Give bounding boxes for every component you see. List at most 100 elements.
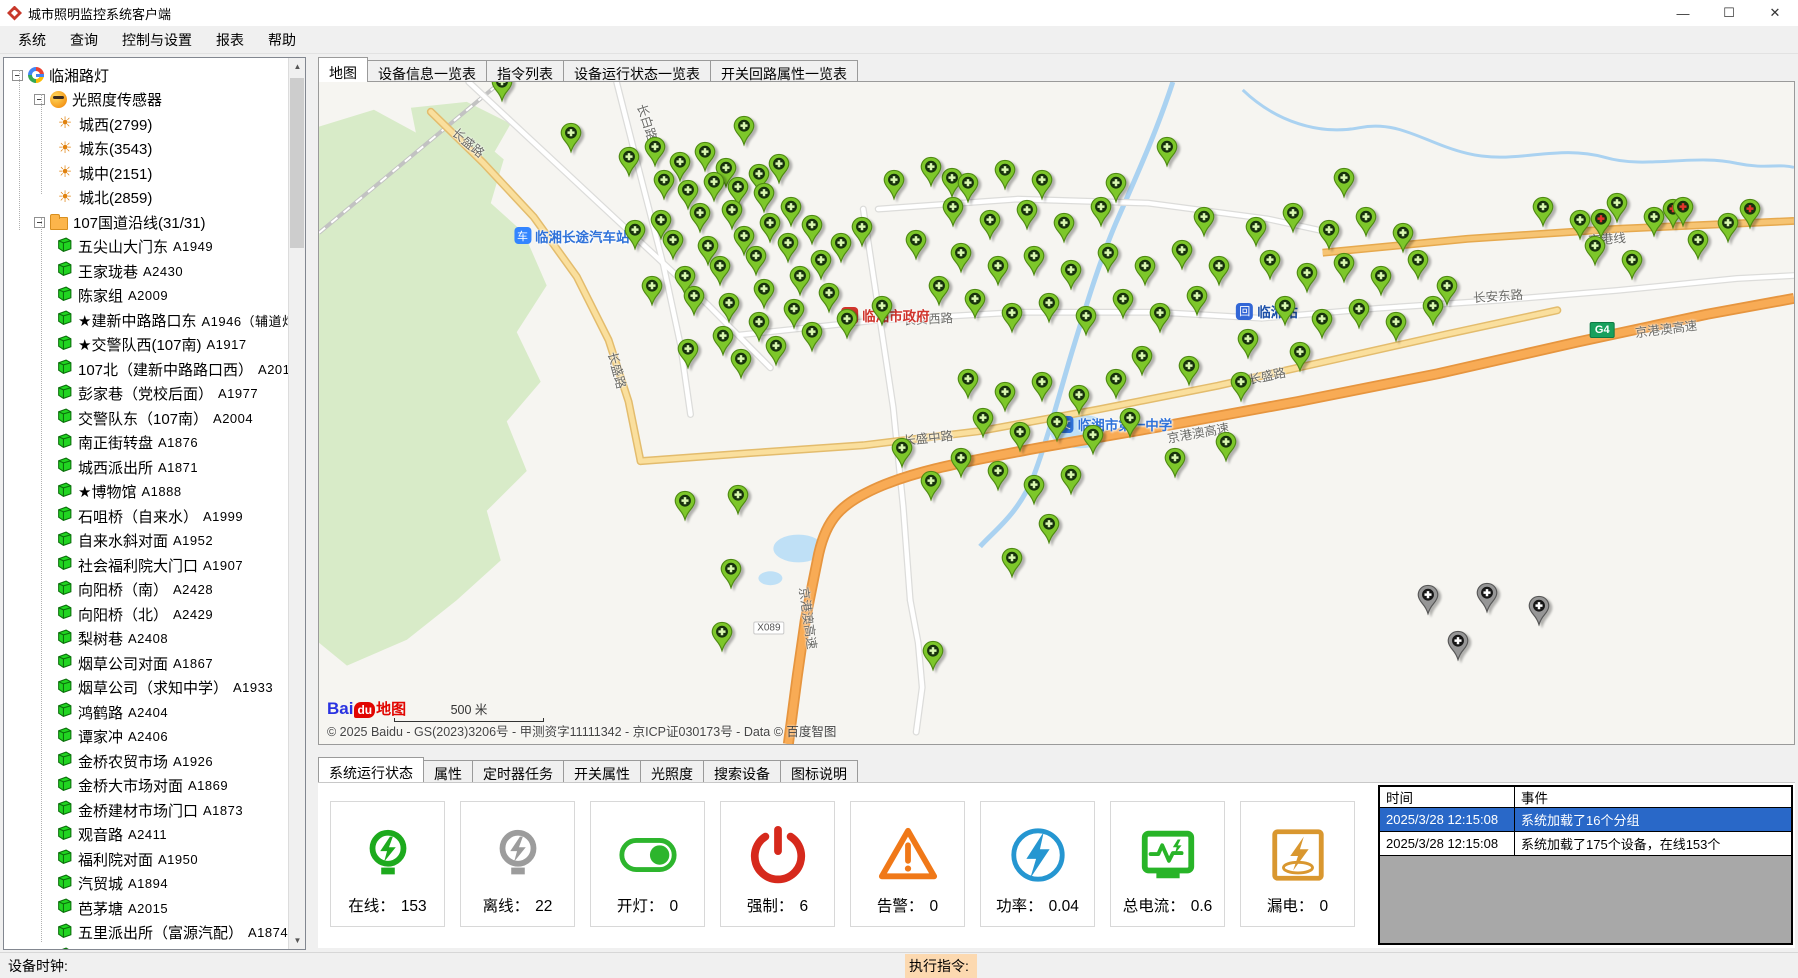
main-tab-1[interactable]: 设备信息一览表 [367,60,487,82]
device-marker-offline[interactable] [1446,630,1469,666]
device-marker-online[interactable] [986,256,1009,292]
device-marker-online[interactable] [765,335,788,371]
device-marker-online[interactable] [623,219,646,255]
bottom-tab-2[interactable]: 定时器任务 [472,760,564,782]
device-marker-online[interactable] [644,136,667,172]
device-marker-online[interactable] [1067,385,1090,421]
tree-item-1-1[interactable]: 王家珑巷A2430 [4,259,288,284]
device-marker-online[interactable] [1075,305,1098,341]
device-marker-online[interactable] [921,640,944,676]
tree-item-1-0[interactable]: 五尖山大门东A1949 [4,235,288,260]
device-marker-offline[interactable] [1417,585,1440,621]
map-canvas[interactable]: 长白路长盛路长盛路长安西路长安东路京港线京港澳高速京港澳高速京港澳高速长盛中路长… [318,81,1795,745]
device-marker-online[interactable] [993,381,1016,417]
device-marker-online[interactable] [830,232,853,268]
device-marker-online[interactable] [1318,219,1341,255]
tree-item-1-24[interactable]: 观音路A2411 [4,823,288,848]
device-marker-online[interactable] [1274,295,1297,331]
device-marker-online[interactable] [1406,249,1429,285]
device-marker-online[interactable] [1215,431,1238,467]
tree-item-1-14[interactable]: 向阳桥（南）A2428 [4,578,288,603]
device-marker-online[interactable] [688,203,711,239]
device-marker-online[interactable] [957,368,980,404]
device-marker-online[interactable] [726,484,749,520]
tree-item-0-3[interactable]: ☀城北(2859) [4,186,288,211]
device-marker-alarm[interactable] [1672,197,1695,233]
device-marker-online[interactable] [682,285,705,321]
bottom-tab-4[interactable]: 光照度 [640,760,704,782]
device-marker-online[interactable] [744,246,767,282]
device-marker-online[interactable] [1052,213,1075,249]
device-marker-online[interactable] [1347,299,1370,335]
device-marker-online[interactable] [890,438,913,474]
device-marker-online[interactable] [777,232,800,268]
device-marker-online[interactable] [1045,411,1068,447]
tree-item-1-29[interactable]: 中石化加油站对面A1897 [4,945,288,949]
menu-item-1[interactable]: 查询 [58,27,110,53]
device-marker-online[interactable] [1038,514,1061,550]
tree-item-1-22[interactable]: 金桥大市场对面A1869 [4,774,288,799]
device-marker-online[interactable] [490,81,513,107]
device-marker-online[interactable] [986,461,1009,497]
device-marker-online[interactable] [1060,259,1083,295]
main-tab-3[interactable]: 设备运行状态一览表 [563,60,711,82]
scroll-thumb[interactable] [290,78,304,248]
main-tab-4[interactable]: 开关回路属性一览表 [710,60,858,82]
tree-item-1-20[interactable]: 谭家冲A2406 [4,725,288,750]
scroll-down-icon[interactable]: ▼ [289,932,306,949]
tree-group-1[interactable]: 107国道沿线(31/31) [4,210,288,235]
tree-item-1-18[interactable]: 烟草公司（求知中学）A1933 [4,676,288,701]
device-marker-online[interactable] [836,308,859,344]
minimize-button[interactable]: — [1660,0,1706,26]
maximize-button[interactable]: ☐ [1706,0,1752,26]
tree-item-1-23[interactable]: 金桥建材市场门口A1873 [4,798,288,823]
device-marker-online[interactable] [732,115,755,151]
bottom-tab-6[interactable]: 图标说明 [780,760,858,782]
bottom-tab-0[interactable]: 系统运行状态 [318,757,424,782]
bottom-tab-5[interactable]: 搜索设备 [703,760,781,782]
device-marker-online[interactable] [1156,136,1179,172]
device-marker-online[interactable] [1421,295,1444,331]
device-marker-online[interactable] [1384,312,1407,348]
tree-collapse-icon[interactable] [34,94,45,105]
tree-item-1-11[interactable]: 石咀桥（自来水）A1999 [4,504,288,529]
menu-item-0[interactable]: 系统 [6,27,58,53]
device-marker-online[interactable] [653,169,676,205]
tree-item-1-27[interactable]: 芭茅塘A2015 [4,896,288,921]
device-marker-online[interactable] [1296,262,1319,298]
device-marker-online[interactable] [1008,421,1031,457]
device-marker-online[interactable] [809,249,832,285]
tree-item-1-28[interactable]: 五里派出所（富源汽配）A1874 [4,921,288,946]
device-marker-online[interactable] [1207,256,1230,292]
tree-item-1-15[interactable]: 向阳桥（北）A2429 [4,602,288,627]
device-marker-online[interactable] [641,275,664,311]
device-marker-online[interactable] [1111,289,1134,325]
device-marker-online[interactable] [920,471,943,507]
main-tab-0[interactable]: 地图 [318,57,368,82]
device-marker-online[interactable] [800,322,823,358]
tree-item-1-12[interactable]: 自来水斜对面A1952 [4,529,288,554]
tree-scrollbar[interactable]: ▲ ▼ [288,58,305,949]
device-marker-online[interactable] [1620,249,1643,285]
bottom-tab-3[interactable]: 开关属性 [563,760,641,782]
device-marker-online[interactable] [1016,199,1039,235]
main-tab-2[interactable]: 指令列表 [486,60,564,82]
device-marker-online[interactable] [719,558,742,594]
tree-item-0-2[interactable]: ☀城中(2151) [4,161,288,186]
device-marker-online[interactable] [1023,474,1046,510]
tree-item-1-25[interactable]: 福利院对面A1950 [4,847,288,872]
device-marker-online[interactable] [753,279,776,315]
tree-item-1-26[interactable]: 汽贸城A1894 [4,872,288,897]
tree-item-1-9[interactable]: 城西派出所A1871 [4,455,288,480]
device-marker-online[interactable] [1163,448,1186,484]
device-marker-offline[interactable] [1476,582,1499,618]
device-marker-online[interactable] [949,448,972,484]
device-marker-online[interactable] [1237,328,1260,364]
bottom-tab-1[interactable]: 属性 [423,760,473,782]
device-marker-online[interactable] [1311,308,1334,344]
device-marker-online[interactable] [1134,256,1157,292]
tree-root[interactable]: 临湘路灯 [4,63,288,88]
event-row-1[interactable]: 2025/3/28 12:15:08系统加载了175个设备，在线153个 [1380,832,1791,856]
device-marker-online[interactable] [905,229,928,265]
device-marker-online[interactable] [993,160,1016,196]
